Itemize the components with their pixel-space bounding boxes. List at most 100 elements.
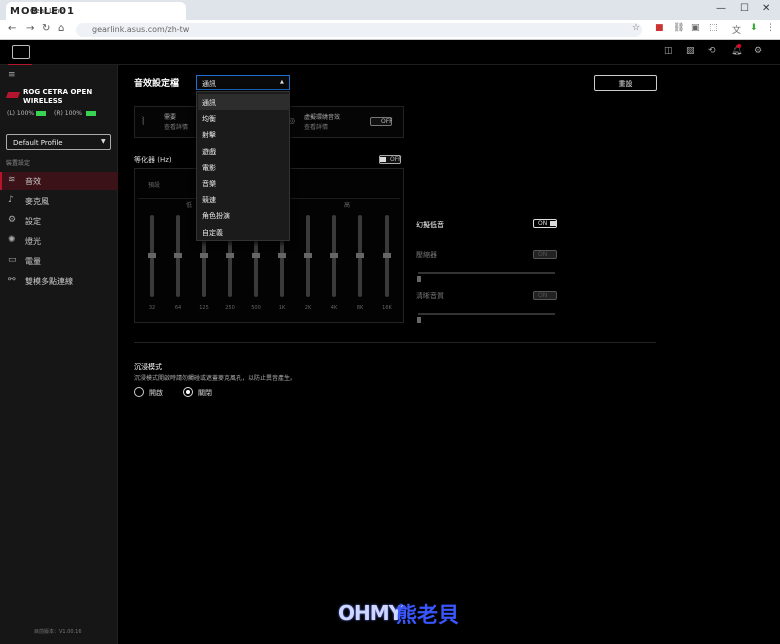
maximize-icon[interactable]: ☐	[740, 3, 749, 14]
microphone-icon: ♪	[8, 195, 14, 205]
back-icon[interactable]: ←	[8, 23, 16, 34]
eq-slider-knob[interactable]	[226, 253, 234, 258]
sound-profile-select[interactable]: 通訊	[196, 75, 290, 90]
screenshot-icon[interactable]: ▣	[691, 23, 700, 33]
minimize-icon[interactable]: —	[716, 3, 726, 14]
link-icon[interactable]: ⛓	[673, 23, 684, 33]
immersive-title: 沉浸模式	[134, 363, 162, 371]
connection-icon: ⚯	[8, 275, 16, 285]
dropdown-option[interactable]: 競速	[198, 191, 290, 207]
battery-right-icon	[86, 111, 96, 116]
eq-slider-knob[interactable]	[356, 253, 364, 258]
sidebar-item-multipoint[interactable]: 雙模多點連線	[0, 272, 118, 290]
toggle-label: OFF	[381, 118, 393, 125]
bass-label: 幻擬低音	[416, 221, 444, 229]
eq-slider-knob[interactable]	[200, 253, 208, 258]
compressor-slider-knob[interactable]	[417, 276, 421, 282]
clarity-toggle[interactable]: ON	[533, 291, 557, 300]
eq-frequency-label: 125	[199, 305, 209, 311]
download-icon[interactable]: ⬇	[750, 23, 758, 33]
sidebar-item-lighting[interactable]: 燈光	[0, 232, 118, 250]
image-icon[interactable]: ▨	[686, 46, 695, 56]
sidebar-item-power[interactable]: 電量	[0, 252, 118, 270]
device-name-line1: ROG CETRA OPEN	[23, 88, 93, 96]
eq-frequency-label: 500	[251, 305, 261, 311]
sidebar-item-sound[interactable]: 音效	[0, 172, 118, 190]
eq-slider-knob[interactable]	[278, 253, 286, 258]
address-bar[interactable]: gearlink.asus.com/zh-tw	[76, 23, 642, 37]
effect-subtitle: 查看詳情	[164, 124, 189, 131]
extension-icon[interactable]: ■	[655, 23, 664, 33]
profile-select[interactable]: Default Profile	[6, 134, 111, 150]
sound-profile-label: 音效設定檔	[134, 79, 180, 89]
battery-left-text: (L) 100%	[7, 110, 35, 117]
profile-select-value: Default Profile	[13, 139, 63, 147]
device-name-line2: WIRELESS	[23, 97, 63, 105]
reset-button[interactable]: 重設	[594, 75, 657, 91]
eq-slider-knob[interactable]	[383, 253, 391, 258]
eq-frequency-label: 16K	[382, 305, 392, 311]
gear-icon: ⚙	[8, 215, 17, 225]
hamburger-menu-icon[interactable]: ≡	[8, 70, 16, 80]
eq-high-label: 高	[344, 202, 351, 209]
notification-dot	[737, 44, 741, 48]
forward-icon[interactable]: →	[26, 23, 34, 34]
sidebar-item-label: 麥克風	[25, 197, 49, 206]
dropdown-option[interactable]: 自定義	[198, 224, 290, 240]
dropdown-option[interactable]: 遊戲	[198, 143, 290, 159]
sidebar-item-settings[interactable]: 設定	[0, 212, 118, 230]
version-text: 目前版本：V1.00.16	[34, 629, 82, 635]
sidebar-item-label: 燈光	[25, 237, 41, 246]
radio-on[interactable]	[134, 387, 144, 397]
section-label: 裝置設定	[6, 160, 31, 167]
dropdown-option[interactable]: 通訊	[198, 94, 290, 110]
reload-icon[interactable]: ↻	[42, 23, 50, 34]
surround-toggle[interactable]: OFF	[370, 117, 393, 126]
battery-icon: ▭	[8, 255, 17, 265]
eq-frequency-label: 2K	[304, 305, 312, 311]
chevron-up-icon: ▲	[280, 79, 284, 85]
eq-frequency-label: 4K	[330, 305, 338, 311]
eq-slider-knob[interactable]	[252, 253, 260, 258]
toggle-knob	[550, 221, 556, 226]
dropdown-option[interactable]: 音樂	[198, 175, 290, 191]
lighting-icon: ✺	[8, 235, 16, 245]
clarity-label: 清晰音質	[416, 292, 444, 300]
eq-frequency-label: 32	[148, 305, 156, 311]
clarity-slider-track[interactable]	[418, 313, 555, 315]
dropdown-option[interactable]: 電影	[198, 159, 290, 175]
compressor-slider-track[interactable]	[418, 272, 555, 274]
toggle-knob	[380, 157, 386, 162]
toggle-label: ON	[538, 251, 548, 258]
eq-slider-knob[interactable]	[148, 253, 156, 258]
close-icon[interactable]: ✕	[762, 3, 770, 14]
sync-icon[interactable]: ⟲	[708, 46, 716, 56]
ohmy-logo-cn: 熊老貝	[396, 603, 459, 627]
settings-gear-icon[interactable]: ⚙	[754, 46, 762, 56]
url-text: gearlink.asus.com/zh-tw	[92, 25, 190, 34]
clarity-slider-knob[interactable]	[417, 317, 421, 323]
eq-slider-knob[interactable]	[330, 253, 338, 258]
sidebar-item-label: 電量	[25, 257, 41, 266]
home-icon[interactable]: ⌂	[58, 23, 64, 34]
immersive-description: 沉浸模式開啟時請勿觸碰或遮蓋麥克風孔，以防止異音產生。	[134, 375, 297, 382]
eq-frequency-label: 8K	[356, 305, 364, 311]
toggle-label: ON	[538, 292, 548, 299]
eq-low-label: 低	[186, 202, 193, 209]
compressor-toggle[interactable]: ON	[533, 250, 557, 259]
eq-slider-knob[interactable]	[304, 253, 312, 258]
translate-icon[interactable]: 文	[732, 23, 741, 36]
sidebar-item-microphone[interactable]: 麥克風	[0, 192, 118, 210]
dropdown-option[interactable]: 射擊	[198, 126, 290, 142]
chevron-down-icon: ▼	[101, 138, 106, 145]
sidebar	[0, 65, 118, 644]
dropdown-option[interactable]: 角色扮演	[198, 207, 290, 223]
eq-slider-knob[interactable]	[174, 253, 182, 258]
controller-icon[interactable]: ◫	[664, 46, 673, 56]
menu-dots-icon[interactable]: ⋮	[766, 23, 775, 33]
battery-left-icon	[36, 111, 46, 116]
extensions-puzzle-icon[interactable]: ⬚	[709, 23, 718, 33]
bookmark-star-icon[interactable]: ☆	[632, 23, 640, 33]
dropdown-option[interactable]: 均衡	[198, 110, 290, 126]
toggle-label: OFF	[390, 156, 402, 163]
